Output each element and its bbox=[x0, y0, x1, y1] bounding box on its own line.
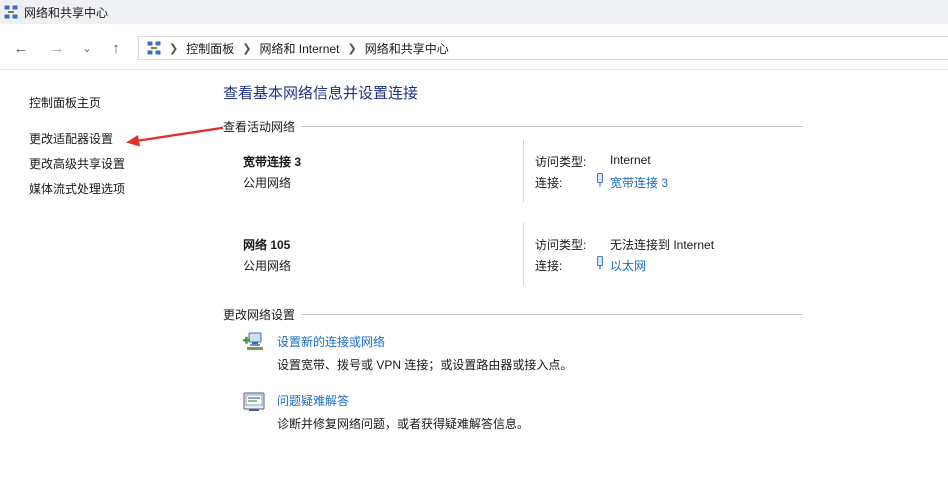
section-divider bbox=[223, 314, 803, 315]
troubleshoot-icon bbox=[243, 392, 265, 411]
address-bar: ← → ⌄ ↑ ❯ 控制面板 ❯ 网络和 Internet ❯ 网络和共享中心 bbox=[0, 24, 948, 70]
dialup-connection-icon bbox=[597, 173, 603, 187]
network-center-icon bbox=[4, 5, 18, 19]
access-type-value: 无法连接到 Internet bbox=[610, 238, 715, 252]
title-bar: 网络和共享中心 bbox=[0, 0, 948, 24]
sidebar-item-media-streaming-options[interactable]: 媒体流式处理选项 bbox=[29, 180, 125, 197]
troubleshoot-link[interactable]: 问题疑难解答 bbox=[277, 392, 349, 409]
connection-label: 连接: bbox=[535, 259, 563, 273]
network-category[interactable]: 公用网络 bbox=[243, 174, 291, 191]
chevron-right-icon[interactable]: ❯ bbox=[347, 42, 356, 55]
sidebar-item-control-panel-home[interactable]: 控制面板主页 bbox=[29, 94, 101, 111]
chevron-right-icon[interactable]: ❯ bbox=[242, 42, 251, 55]
access-type-label: 访问类型: bbox=[535, 155, 587, 169]
up-arrow-icon[interactable]: ↑ bbox=[106, 38, 126, 58]
address-box[interactable]: ❯ 控制面板 ❯ 网络和 Internet ❯ 网络和共享中心 bbox=[138, 36, 948, 60]
page-title: 查看基本网络信息并设置连接 bbox=[223, 85, 419, 102]
main-panel: 查看基本网络信息并设置连接 查看活动网络 宽带连接 3 公用网络 访问类型: I… bbox=[200, 70, 948, 489]
chevron-right-icon[interactable]: ❯ bbox=[169, 42, 178, 55]
section-divider bbox=[223, 126, 803, 127]
breadcrumb-control-panel[interactable]: 控制面板 bbox=[186, 40, 234, 57]
vertical-divider bbox=[523, 223, 524, 285]
recent-locations-chevron-icon[interactable]: ⌄ bbox=[77, 38, 97, 58]
connection-link[interactable]: 以太网 bbox=[610, 257, 646, 274]
active-networks-header: 查看活动网络 bbox=[223, 118, 302, 135]
vertical-divider bbox=[523, 140, 524, 202]
forward-arrow-icon[interactable]: → bbox=[47, 38, 67, 58]
breadcrumb-network-internet[interactable]: 网络和 Internet bbox=[259, 40, 339, 57]
ethernet-connection-icon bbox=[597, 256, 603, 270]
breadcrumb-network-sharing-center[interactable]: 网络和共享中心 bbox=[365, 40, 449, 57]
sidebar-item-change-adapter-settings[interactable]: 更改适配器设置 bbox=[29, 130, 113, 147]
access-type-label: 访问类型: bbox=[535, 238, 587, 252]
back-arrow-icon[interactable]: ← bbox=[11, 38, 31, 58]
connection-link[interactable]: 宽带连接 3 bbox=[610, 174, 668, 191]
setup-new-connection-description: 设置宽带、拨号或 VPN 连接；或设置路由器或接入点。 bbox=[277, 358, 573, 372]
setup-new-connection-link[interactable]: 设置新的连接或网络 bbox=[277, 333, 385, 350]
network-name: 网络 105 bbox=[243, 238, 291, 252]
new-connection-icon bbox=[243, 332, 263, 350]
access-type-value: Internet bbox=[610, 153, 651, 167]
window-title: 网络和共享中心 bbox=[24, 5, 109, 20]
connection-label: 连接: bbox=[535, 176, 563, 190]
network-name: 宽带连接 3 bbox=[243, 155, 302, 169]
troubleshoot-description: 诊断并修复网络问题，或者获得疑难解答信息。 bbox=[277, 417, 530, 431]
sidebar-item-advanced-sharing-settings[interactable]: 更改高级共享设置 bbox=[29, 155, 125, 172]
network-center-icon bbox=[147, 41, 161, 55]
change-settings-header: 更改网络设置 bbox=[223, 306, 302, 323]
network-category[interactable]: 公用网络 bbox=[243, 257, 291, 274]
